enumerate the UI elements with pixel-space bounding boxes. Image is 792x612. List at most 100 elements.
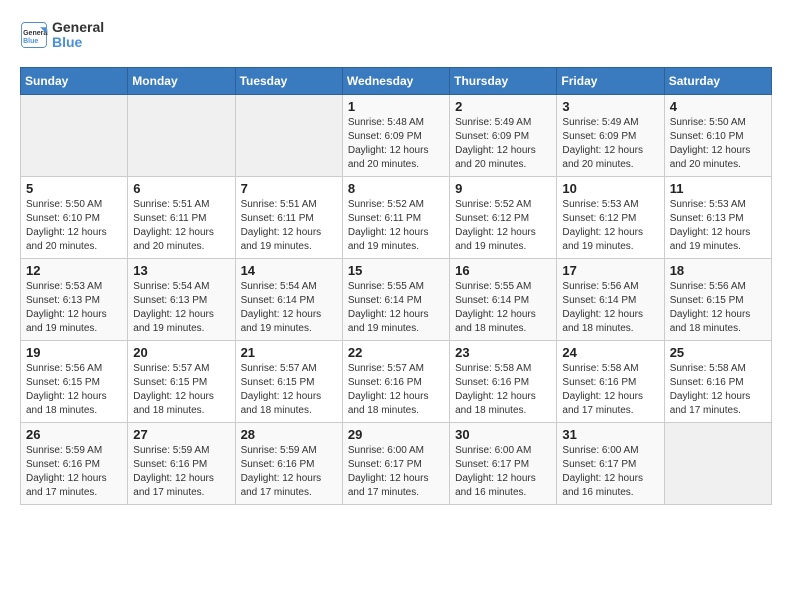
day-info: Sunrise: 5:52 AM Sunset: 6:12 PM Dayligh…	[455, 198, 551, 254]
day-number: 6	[133, 181, 229, 196]
day-info: Sunrise: 5:49 AM Sunset: 6:09 PM Dayligh…	[455, 116, 551, 172]
week-row-3: 12Sunrise: 5:53 AM Sunset: 6:13 PM Dayli…	[21, 258, 772, 340]
day-number: 24	[562, 345, 658, 360]
day-cell: 27Sunrise: 5:59 AM Sunset: 6:16 PM Dayli…	[128, 422, 235, 504]
header-cell-sunday: Sunday	[21, 67, 128, 94]
day-info: Sunrise: 5:50 AM Sunset: 6:10 PM Dayligh…	[670, 116, 766, 172]
day-info: Sunrise: 6:00 AM Sunset: 6:17 PM Dayligh…	[348, 444, 444, 500]
week-row-5: 26 Sunrise: 5:59 AM Sunset: 6:16 PM Dayli…	[21, 422, 772, 504]
day-cell: 2 Sunrise: 5:49 AM Sunset: 6:09 PM Daylig…	[450, 94, 557, 176]
day-cell: 13 Sunrise: 5:54 AM Sunset: 6:13 PM Dayli…	[128, 258, 235, 340]
day-cell	[235, 94, 342, 176]
day-info: Sunrise: 5:58 AM Sunset: 6:16 PM Dayligh…	[670, 362, 766, 418]
header-cell-saturday: Saturday	[664, 67, 771, 94]
header-cell-monday: Monday	[128, 67, 235, 94]
day-cell: 10Sunrise: 5:53 AM Sunset: 6:12 PM Dayli…	[557, 176, 664, 258]
day-cell	[128, 94, 235, 176]
day-number: 26	[26, 427, 122, 442]
day-info: Sunrise: 5:56 AM Sunset: 6:15 PM Dayligh…	[26, 362, 122, 418]
day-info: Sunrise: 5:58 AM Sunset: 6:16 PM Dayligh…	[562, 362, 658, 418]
day-number: 12	[26, 263, 122, 278]
day-cell: 7 Sunrise: 5:51 AM Sunset: 6:11 PM Daylig…	[235, 176, 342, 258]
day-number: 17	[562, 263, 658, 278]
day-cell: 30Sunrise: 6:00 AM Sunset: 6:17 PM Dayli…	[450, 422, 557, 504]
day-cell: 12Sunrise: 5:53 AM Sunset: 6:13 PM Dayli…	[21, 258, 128, 340]
day-number: 21	[241, 345, 337, 360]
day-number: 1	[348, 99, 444, 114]
day-info: Sunrise: 5:52 AM Sunset: 6:11 PM Dayligh…	[348, 198, 444, 254]
day-number: 19	[26, 345, 122, 360]
logo: General Blue General Blue	[20, 20, 104, 51]
day-cell	[664, 422, 771, 504]
day-info: Sunrise: 5:54 AM Sunset: 6:13 PM Dayligh…	[133, 280, 229, 336]
day-info: Sunrise: 5:57 AM Sunset: 6:15 PM Dayligh…	[133, 362, 229, 418]
week-row-1: 1 Sunrise: 5:48 AM Sunset: 6:09 PM Daylig…	[21, 94, 772, 176]
day-cell: 21 Sunrise: 5:57 AM Sunset: 6:15 PM Dayli…	[235, 340, 342, 422]
day-number: 8	[348, 181, 444, 196]
day-number: 2	[455, 99, 551, 114]
day-cell: 22 Sunrise: 5:57 AM Sunset: 6:16 PM Dayli…	[342, 340, 449, 422]
header-cell-thursday: Thursday	[450, 67, 557, 94]
day-info: Sunrise: 5:59 AM Sunset: 6:16 PM Dayligh…	[26, 444, 122, 500]
day-cell: 29 Sunrise: 6:00 AM Sunset: 6:17 PM Dayli…	[342, 422, 449, 504]
day-info: Sunrise: 5:48 AM Sunset: 6:09 PM Dayligh…	[348, 116, 444, 172]
day-number: 25	[670, 345, 766, 360]
day-cell: 14Sunrise: 5:54 AM Sunset: 6:14 PM Dayli…	[235, 258, 342, 340]
logo-icon: General Blue	[20, 21, 48, 49]
header-cell-friday: Friday	[557, 67, 664, 94]
day-info: Sunrise: 5:49 AM Sunset: 6:09 PM Dayligh…	[562, 116, 658, 172]
day-cell: 26 Sunrise: 5:59 AM Sunset: 6:16 PM Dayli…	[21, 422, 128, 504]
day-cell: 11 Sunrise: 5:53 AM Sunset: 6:13 PM Dayli…	[664, 176, 771, 258]
page-header: General Blue General Blue	[20, 20, 772, 51]
day-number: 11	[670, 181, 766, 196]
day-cell: 31Sunrise: 6:00 AM Sunset: 6:17 PM Dayli…	[557, 422, 664, 504]
day-number: 13	[133, 263, 229, 278]
day-cell: 19 Sunrise: 5:56 AM Sunset: 6:15 PM Dayli…	[21, 340, 128, 422]
day-info: Sunrise: 5:58 AM Sunset: 6:16 PM Dayligh…	[455, 362, 551, 418]
svg-text:Blue: Blue	[23, 38, 38, 45]
day-info: Sunrise: 6:00 AM Sunset: 6:17 PM Dayligh…	[455, 444, 551, 500]
day-cell: 9 Sunrise: 5:52 AM Sunset: 6:12 PM Daylig…	[450, 176, 557, 258]
day-info: Sunrise: 5:57 AM Sunset: 6:15 PM Dayligh…	[241, 362, 337, 418]
day-number: 28	[241, 427, 337, 442]
day-number: 7	[241, 181, 337, 196]
day-cell: 1 Sunrise: 5:48 AM Sunset: 6:09 PM Daylig…	[342, 94, 449, 176]
calendar-table: SundayMondayTuesdayWednesdayThursdayFrid…	[20, 67, 772, 505]
day-info: Sunrise: 5:56 AM Sunset: 6:14 PM Dayligh…	[562, 280, 658, 336]
day-info: Sunrise: 5:51 AM Sunset: 6:11 PM Dayligh…	[241, 198, 337, 254]
day-cell: 5 Sunrise: 5:50 AM Sunset: 6:10 PM Daylig…	[21, 176, 128, 258]
day-number: 5	[26, 181, 122, 196]
week-row-4: 19 Sunrise: 5:56 AM Sunset: 6:15 PM Dayli…	[21, 340, 772, 422]
day-cell: 25 Sunrise: 5:58 AM Sunset: 6:16 PM Dayli…	[664, 340, 771, 422]
header-cell-wednesday: Wednesday	[342, 67, 449, 94]
day-number: 4	[670, 99, 766, 114]
day-number: 10	[562, 181, 658, 196]
day-cell: 20 Sunrise: 5:57 AM Sunset: 6:15 PM Dayli…	[128, 340, 235, 422]
day-cell: 8 Sunrise: 5:52 AM Sunset: 6:11 PM Daylig…	[342, 176, 449, 258]
day-number: 9	[455, 181, 551, 196]
day-number: 16	[455, 263, 551, 278]
day-number: 27	[133, 427, 229, 442]
header-row: SundayMondayTuesdayWednesdayThursdayFrid…	[21, 67, 772, 94]
day-info: Sunrise: 5:51 AM Sunset: 6:11 PM Dayligh…	[133, 198, 229, 254]
day-info: Sunrise: 5:55 AM Sunset: 6:14 PM Dayligh…	[455, 280, 551, 336]
day-info: Sunrise: 5:50 AM Sunset: 6:10 PM Dayligh…	[26, 198, 122, 254]
logo-text-blue: Blue	[52, 35, 104, 50]
header-cell-tuesday: Tuesday	[235, 67, 342, 94]
day-cell: 6 Sunrise: 5:51 AM Sunset: 6:11 PM Daylig…	[128, 176, 235, 258]
day-info: Sunrise: 5:55 AM Sunset: 6:14 PM Dayligh…	[348, 280, 444, 336]
day-info: Sunrise: 5:56 AM Sunset: 6:15 PM Dayligh…	[670, 280, 766, 336]
logo-text-general: General	[52, 20, 104, 35]
day-number: 29	[348, 427, 444, 442]
week-row-2: 5 Sunrise: 5:50 AM Sunset: 6:10 PM Daylig…	[21, 176, 772, 258]
day-cell: 4 Sunrise: 5:50 AM Sunset: 6:10 PM Daylig…	[664, 94, 771, 176]
day-cell: 28Sunrise: 5:59 AM Sunset: 6:16 PM Dayli…	[235, 422, 342, 504]
day-info: Sunrise: 5:53 AM Sunset: 6:13 PM Dayligh…	[670, 198, 766, 254]
day-cell: 18Sunrise: 5:56 AM Sunset: 6:15 PM Dayli…	[664, 258, 771, 340]
day-cell: 17 Sunrise: 5:56 AM Sunset: 6:14 PM Dayli…	[557, 258, 664, 340]
day-info: Sunrise: 5:54 AM Sunset: 6:14 PM Dayligh…	[241, 280, 337, 336]
day-number: 23	[455, 345, 551, 360]
day-info: Sunrise: 5:57 AM Sunset: 6:16 PM Dayligh…	[348, 362, 444, 418]
day-number: 20	[133, 345, 229, 360]
day-number: 22	[348, 345, 444, 360]
